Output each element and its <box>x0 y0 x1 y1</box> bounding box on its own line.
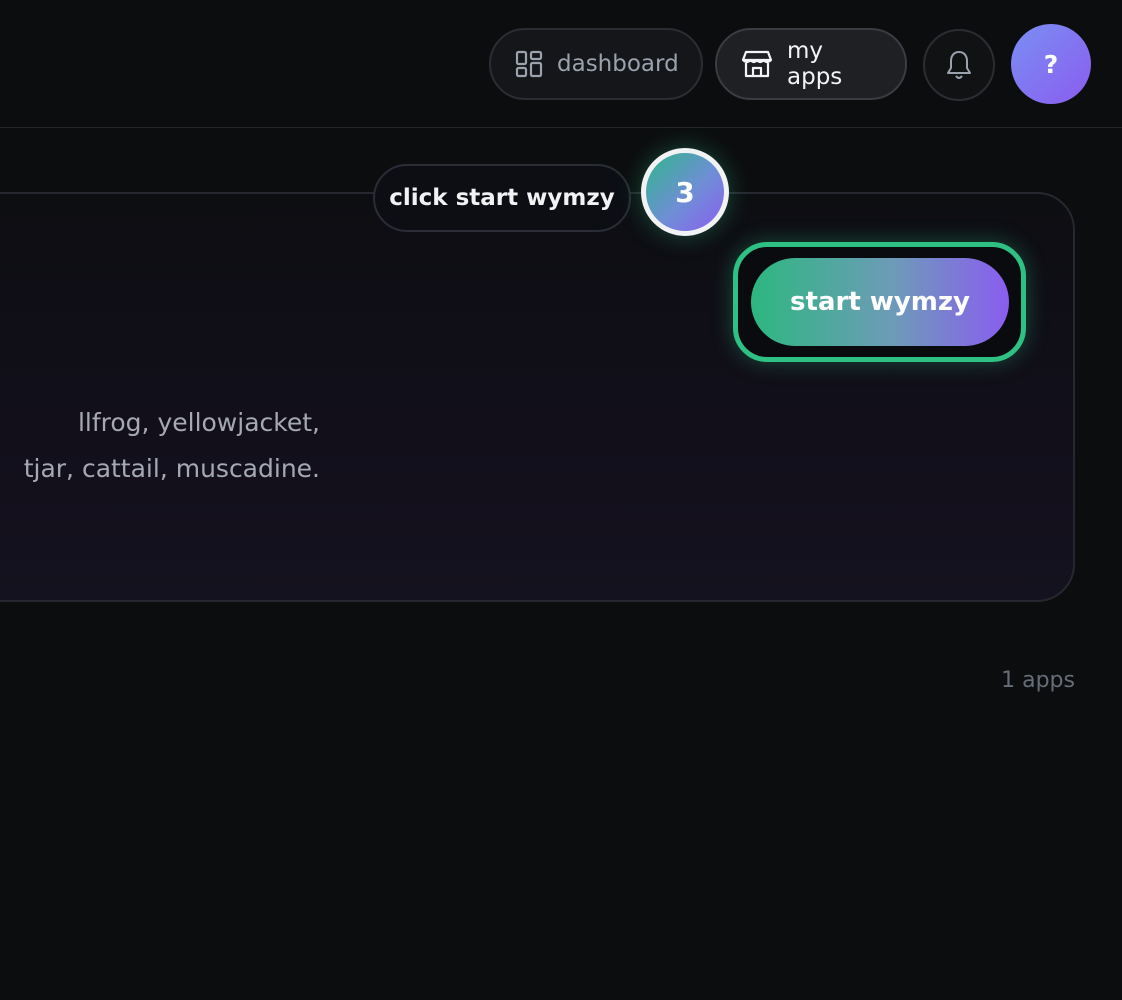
avatar-initial: ? <box>1043 49 1059 79</box>
app-description: llfrog, yellowjacket, tjar, cattail, mus… <box>0 400 320 492</box>
bell-icon <box>947 51 971 79</box>
grid-icon <box>515 50 543 78</box>
top-navigation-bar: dashboard my apps ? <box>0 0 1122 128</box>
app-count-label: 1 apps <box>1001 668 1075 693</box>
notifications-button[interactable] <box>923 29 995 101</box>
tour-step-badge: 3 <box>641 148 729 236</box>
dashboard-button[interactable]: dashboard <box>489 28 703 100</box>
user-avatar[interactable]: ? <box>1011 24 1091 104</box>
my-apps-label: my apps <box>787 38 843 90</box>
description-line-1: llfrog, yellowjacket, <box>77 408 320 437</box>
store-icon <box>741 50 773 78</box>
start-wymzy-button[interactable]: start wymzy <box>751 258 1009 346</box>
tour-callout: click start wymzy <box>373 164 631 232</box>
description-line-2: tjar, cattail, muscadine. <box>23 454 320 483</box>
dashboard-label: dashboard <box>557 51 679 77</box>
my-apps-button[interactable]: my apps <box>715 28 907 100</box>
